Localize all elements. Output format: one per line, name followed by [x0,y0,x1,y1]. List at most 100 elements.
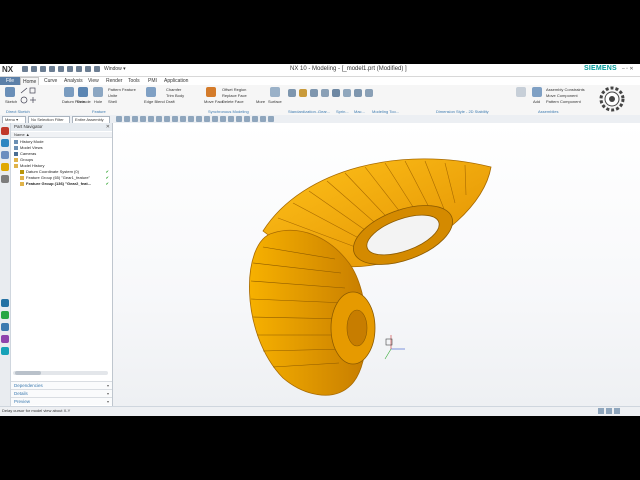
expand-icon[interactable] [614,408,620,414]
assembly-navigator-icon[interactable] [1,139,9,147]
snap-mid-icon[interactable] [196,116,202,122]
tools-icon[interactable] [343,89,351,97]
draft-button[interactable]: Draft [166,99,175,104]
snap-grid-icon[interactable] [252,116,258,122]
constraint-navigator-icon[interactable] [1,151,9,159]
spring-icon[interactable] [310,89,318,97]
snap-existing-icon[interactable] [268,116,274,122]
datum-plane-icon[interactable] [64,87,74,97]
pattern-component-button[interactable]: Pattern Component [546,99,581,104]
assembly-icon[interactable] [516,87,526,97]
pattern-feature-button[interactable]: Pattern Feature [108,87,136,92]
snap-intersect-icon[interactable] [220,116,226,122]
sketch-curve-icons[interactable] [20,87,42,105]
snap-center-icon[interactable] [204,116,210,122]
name-column-header[interactable]: Name ▲ [11,132,112,138]
edge-blend-button[interactable]: Edge Blend [144,99,165,104]
sketch-button[interactable]: Sketch [5,99,17,104]
move-component-button[interactable]: Move Component [546,93,578,98]
panel-dependencies[interactable]: Dependencies ▾ [11,381,112,389]
snap-on-curve-icon[interactable] [228,116,234,122]
save-icon[interactable] [22,66,28,72]
trim-body-button[interactable]: Trim Body [166,93,184,98]
bevel-gear-model[interactable] [113,123,640,406]
move-face-icon[interactable] [206,87,216,97]
scrollbar-thumb[interactable] [15,371,41,375]
web-browser-icon[interactable] [1,311,9,319]
extrude-button[interactable]: Extrude [77,99,91,104]
snap-end-icon[interactable] [188,116,194,122]
cut-icon[interactable] [49,66,55,72]
wireframe-icon[interactable] [156,116,162,122]
window-controls[interactable]: – ▫ ✕ [622,66,634,72]
visibility-checkmark[interactable]: ✔ [106,169,109,174]
extrude-icon[interactable] [78,87,88,97]
snap-point-icon[interactable] [180,116,186,122]
fit-icon[interactable] [116,116,122,122]
navigator-close-icon[interactable]: ✕ [106,123,110,131]
tab-file[interactable]: File [0,77,20,85]
redo-icon[interactable] [40,66,46,72]
hole-icon[interactable] [93,87,103,97]
roles-icon[interactable] [1,299,9,307]
add-button[interactable]: Add [533,99,540,104]
navigator-horizontal-scrollbar[interactable] [13,371,108,375]
tab-pmi[interactable]: PMI [146,77,159,85]
tab-curve[interactable]: Curve [42,77,59,85]
copy-icon[interactable] [58,66,64,72]
system-materials-icon[interactable] [1,347,9,355]
offset-region-button[interactable]: Offset Region [222,87,246,92]
repeat-icon[interactable] [76,66,82,72]
standardization-icon[interactable] [288,89,296,97]
add-component-icon[interactable] [532,87,542,97]
datum-csys[interactable] [384,335,405,360]
layout-icon[interactable] [606,408,612,414]
sketch-icon[interactable] [5,87,15,97]
fullscreen-icon[interactable] [598,408,604,414]
assembly-constraints-button[interactable]: Assembly Constraints [546,87,585,92]
panel-preview[interactable]: Preview ▾ [11,397,112,405]
undo-icon[interactable] [31,66,37,72]
visibility-checkmark[interactable]: ✔ [106,181,109,186]
snap-on-face-icon[interactable] [236,116,242,122]
tab-view[interactable]: View [86,77,101,85]
orient-icon[interactable] [164,116,170,122]
hole-button[interactable]: Hole [94,99,102,104]
pan-icon[interactable] [140,116,146,122]
tab-tools[interactable]: Tools [126,77,142,85]
panel-details[interactable]: Details ▾ [11,389,112,397]
history-icon[interactable] [1,175,9,183]
knowledge-icon[interactable] [1,323,9,331]
snap-quadrant-icon[interactable] [212,116,218,122]
rotate-icon[interactable] [132,116,138,122]
gear-icon[interactable] [299,89,307,97]
edge-blend-icon[interactable] [146,87,156,97]
paste-icon[interactable] [67,66,73,72]
touch-mode-icon[interactable] [85,66,91,72]
measure-icon[interactable] [365,89,373,97]
zoom-icon[interactable] [124,116,130,122]
machinery-icon[interactable] [321,89,329,97]
modeling-tools-icon[interactable] [332,89,340,97]
move-face-button[interactable]: Move Face [204,99,224,104]
graphics-window[interactable] [113,123,640,406]
tab-application[interactable]: Application [162,77,190,85]
part-navigator-icon[interactable] [1,127,9,135]
unite-button[interactable]: Unite [108,93,117,98]
visibility-checkmark[interactable]: ✔ [106,175,109,180]
more-button[interactable]: More [256,99,265,104]
shell-button[interactable]: Shell [108,99,117,104]
window-menu[interactable]: Window ▾ [104,66,126,72]
tab-analysis[interactable]: Analysis [62,77,85,85]
snap-pole-icon[interactable] [260,116,266,122]
analysis-icon[interactable] [354,89,362,97]
tree-item-feature-group-gear2[interactable]: Feature Group (136) "Gear2_feat... [20,181,91,187]
surface-button[interactable]: Surface [268,99,282,104]
replace-face-button[interactable]: Replace Face [222,93,247,98]
shaded-icon[interactable] [148,116,154,122]
snap-tangent-icon[interactable] [244,116,250,122]
chamfer-button[interactable]: Chamfer [166,87,181,92]
delete-face-button[interactable]: Delete Face [222,99,244,104]
switch-window-icon[interactable] [94,66,100,72]
clip-icon[interactable] [172,116,178,122]
